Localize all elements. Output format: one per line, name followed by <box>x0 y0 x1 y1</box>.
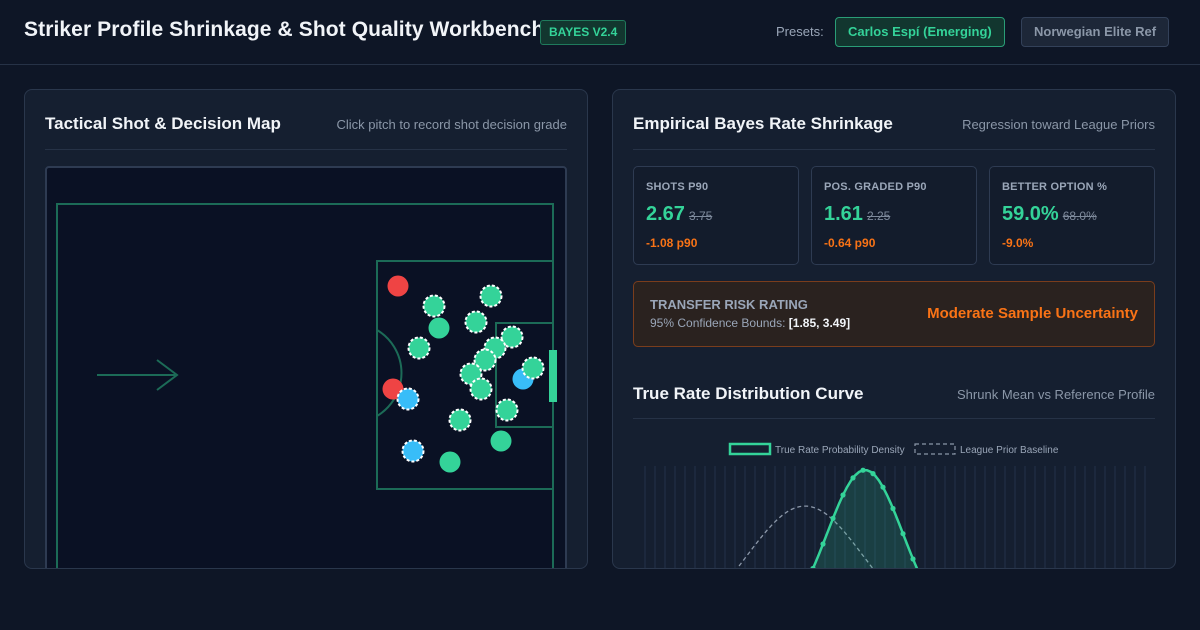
risk-bounds: 95% Confidence Bounds: [1.85, 3.49] <box>650 316 851 330</box>
shot-marker-good[interactable] <box>469 377 493 401</box>
goal-mouth <box>549 350 557 402</box>
stat-delta: -0.64 p90 <box>824 236 876 250</box>
stat-raw-value: 68.0% <box>1062 209 1097 223</box>
legend: True Rate Probability Density League Pri… <box>728 442 1059 456</box>
risk-bounds-value: [1.85, 3.49] <box>788 316 851 330</box>
legend-swatch-density <box>728 442 772 456</box>
top-bar: Striker Profile Shrinkage & Shot Quality… <box>0 0 1200 65</box>
stat-delta: -9.0% <box>1002 236 1034 250</box>
shot-marker-good[interactable] <box>448 408 472 432</box>
app-title: Striker Profile Shrinkage & Shot Quality… <box>24 18 545 41</box>
shot-marker-good[interactable] <box>490 430 512 452</box>
shot-marker-good[interactable] <box>439 451 461 473</box>
shot-marker-good[interactable] <box>479 284 503 308</box>
density-point <box>870 471 876 477</box>
distribution-title: True Rate Distribution Curve <box>633 384 864 403</box>
density-point <box>840 492 846 498</box>
shot-map-panel: Tactical Shot & Decision Map Click pitch… <box>24 89 588 569</box>
divider <box>45 149 567 150</box>
density-point <box>830 515 836 521</box>
transfer-risk-box: TRANSFER RISK RATING 95% Confidence Boun… <box>633 281 1155 347</box>
stat-shrunk-value: 1.61 2.25 <box>824 203 891 225</box>
preset-button-carlos-espi[interactable]: Carlos Espí (Emerging) <box>835 17 1005 47</box>
shot-marker-good[interactable] <box>407 336 431 360</box>
density-point <box>910 556 916 562</box>
stat-shrunk-value: 2.67 3.75 <box>646 203 713 225</box>
pitch-map[interactable] <box>45 166 567 569</box>
legend-label-prior: League Prior Baseline <box>960 445 1059 456</box>
version-badge: BAYES V2.4 <box>540 20 627 45</box>
shrinkage-title: Empirical Bayes Rate Shrinkage <box>633 114 893 133</box>
stat-delta: -1.08 p90 <box>646 236 698 250</box>
shrinkage-panel: Empirical Bayes Rate Shrinkage Regressio… <box>612 89 1176 569</box>
distribution-svg: True Rate Probability Density League Pri… <box>644 442 1146 568</box>
stat-label: SHOTS P90 <box>646 181 709 193</box>
legend-swatch-prior <box>914 443 956 455</box>
stat-card-pos-graded: POS. GRADED P90 1.61 2.25 -0.64 p90 <box>811 166 977 265</box>
shot-marker-good[interactable] <box>521 356 545 380</box>
shrinkage-subtitle: Regression toward League Priors <box>962 117 1155 132</box>
divider <box>633 418 1155 419</box>
density-point <box>890 505 896 512</box>
density-point <box>860 467 866 473</box>
shot-markers[interactable] <box>382 275 545 473</box>
shot-marker-good[interactable] <box>464 310 488 334</box>
legend-label-density: True Rate Probability Density <box>775 445 905 456</box>
stat-raw-value: 2.25 <box>866 209 891 223</box>
divider <box>633 149 1155 150</box>
preset-button-norwegian-elite[interactable]: Norwegian Elite Ref <box>1021 17 1170 47</box>
presets-label: Presets: <box>776 24 824 39</box>
distribution-chart: True Rate Probability Density League Pri… <box>633 432 1155 568</box>
stat-shrunk-value: 59.0% 68.0% <box>1002 203 1097 225</box>
risk-level: Moderate Sample Uncertainty <box>927 305 1138 322</box>
density-point <box>820 541 826 547</box>
shot-marker-good[interactable] <box>495 398 519 422</box>
pitch-svg[interactable] <box>47 168 565 569</box>
shot-marker-good[interactable] <box>422 294 446 318</box>
stat-card-shots: SHOTS P90 2.67 3.75 -1.08 p90 <box>633 166 799 265</box>
shot-map-title: Tactical Shot & Decision Map <box>45 114 281 133</box>
density-point <box>900 531 906 537</box>
density-point <box>850 475 856 481</box>
shot-marker-poor[interactable] <box>387 275 409 297</box>
density-point <box>880 484 886 490</box>
shot-marker-good[interactable] <box>428 317 450 339</box>
stat-card-better-option: BETTER OPTION % 59.0% 68.0% -9.0% <box>989 166 1155 265</box>
stat-label: POS. GRADED P90 <box>824 181 927 193</box>
risk-title: TRANSFER RISK RATING <box>650 297 808 312</box>
shot-marker-alternative[interactable] <box>396 387 420 411</box>
stat-raw-value: 3.75 <box>688 209 713 223</box>
posterior-density-fill <box>813 470 917 568</box>
shot-map-subtitle: Click pitch to record shot decision grad… <box>336 117 567 132</box>
stat-label: BETTER OPTION % <box>1002 181 1108 193</box>
shot-marker-alternative[interactable] <box>401 439 425 463</box>
attack-direction-arrow <box>97 359 179 391</box>
penalty-arc <box>376 329 403 417</box>
distribution-subtitle: Shrunk Mean vs Reference Profile <box>957 387 1155 402</box>
